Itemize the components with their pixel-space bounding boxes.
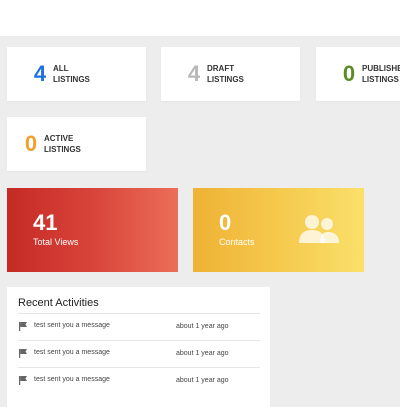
stat-all-value: 4 (33, 61, 47, 86)
top-bar (0, 0, 400, 36)
stat-card-published-listings[interactable]: 0 PUBLISHED LISTINGS (316, 47, 400, 101)
stat-draft-label-line2: LISTINGS (207, 75, 244, 84)
stat-card-active-listings[interactable]: 0 ACTIVE LISTINGS (7, 117, 146, 171)
stat-active-label-line2: LISTINGS (44, 145, 81, 154)
flag-icon (19, 349, 27, 358)
flag-icon (19, 322, 27, 331)
stat-card-draft-listings[interactable]: 4 DRAFT LISTINGS (161, 47, 300, 101)
stat-active-value: 0 (24, 131, 38, 156)
stat-published-value: 0 (342, 61, 356, 86)
activity-row[interactable]: test sent you a message about 1 year ago (18, 340, 260, 367)
contacts-value: 0 (219, 210, 232, 235)
stat-draft-value: 4 (187, 61, 201, 86)
stat-all-label-line1: ALL (53, 64, 69, 73)
contacts-label: Contacts (219, 237, 255, 247)
recent-activities-panel: Recent Activities test sent you a messag… (7, 287, 270, 407)
total-views-label: Total Views (33, 237, 79, 247)
stat-all-label-line2: LISTINGS (53, 75, 90, 84)
activity-time: about 1 year ago (176, 350, 229, 357)
total-views-card[interactable]: 41 Total Views (7, 188, 178, 272)
total-views-value: 41 (33, 210, 58, 235)
stat-published-label-line2: LISTINGS (362, 75, 399, 84)
flag-icon (19, 376, 27, 385)
recent-activities-title: Recent Activities (18, 297, 99, 309)
stat-card-all-listings[interactable]: 4 ALL LISTINGS (7, 47, 146, 101)
contacts-card[interactable]: 0 Contacts (193, 188, 364, 272)
activity-text: test sent you a message (34, 376, 110, 383)
stat-published-label-line1: PUBLISHED (362, 64, 400, 73)
stat-active-label-line1: ACTIVE (44, 134, 74, 143)
activity-time: about 1 year ago (176, 377, 229, 384)
activity-row[interactable]: test sent you a message about 1 year ago (18, 367, 260, 394)
stat-draft-label-line1: DRAFT (207, 64, 235, 73)
stat-all-label: ALL LISTINGS (53, 63, 90, 85)
activity-row[interactable]: test sent you a message about 1 year ago (18, 313, 260, 340)
stat-published-label: PUBLISHED LISTINGS (362, 63, 400, 85)
activity-text: test sent you a message (34, 322, 110, 329)
activity-text: test sent you a message (34, 349, 110, 356)
users-icon (299, 215, 339, 243)
stat-active-label: ACTIVE LISTINGS (44, 133, 81, 155)
activity-time: about 1 year ago (176, 323, 229, 330)
stat-draft-label: DRAFT LISTINGS (207, 63, 244, 85)
